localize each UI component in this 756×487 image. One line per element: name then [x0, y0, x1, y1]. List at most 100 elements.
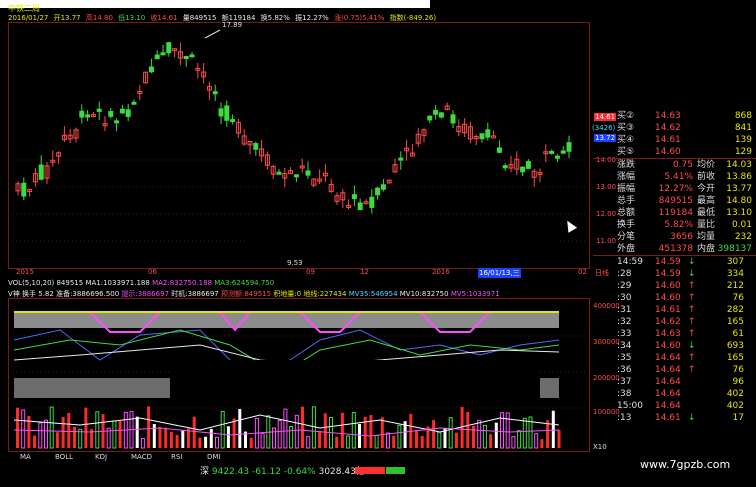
bid-row[interactable]: 买③ 14.62 841 [593, 122, 756, 134]
tick-time: :34 [617, 341, 632, 351]
vol-ma3: MA3:624594.750 [214, 279, 275, 287]
tick-volume: 76 [732, 293, 744, 303]
candle-body [119, 108, 125, 114]
indicator-tabs: MA BOLL KDJ MACD RSI DMI [8, 452, 608, 462]
indicator-bar [546, 420, 550, 448]
candle-body [131, 101, 137, 105]
stat-label: 总额 [617, 208, 636, 218]
tick-direction: ↑ [688, 353, 696, 363]
candle-body [496, 147, 502, 153]
indicator-bar [294, 414, 299, 449]
tick-time: :35 [617, 353, 632, 363]
indicator-bar [477, 419, 482, 449]
stat-label: 总手 [617, 196, 636, 206]
candle-body [189, 54, 195, 58]
indicator-bar [335, 436, 339, 448]
indicator-bar [220, 410, 225, 449]
indicator-bar [437, 431, 442, 449]
stat-value: 13.86 [726, 172, 752, 182]
indicator-bars [13, 406, 561, 449]
indicator-bar [55, 432, 59, 448]
indicator-bar [489, 434, 493, 448]
date-label: 09 [306, 268, 315, 276]
stat-row: 涨跌 0.75 均价 14.03 [593, 159, 756, 171]
tab-kdj[interactable]: KDJ [95, 453, 107, 461]
tab-ma[interactable]: MA [20, 453, 31, 461]
indicator-bar [73, 426, 76, 448]
indicator-bar [557, 430, 561, 448]
tick-volume: 17 [732, 413, 744, 423]
ind-name: V神 [8, 290, 20, 298]
tick-row: :32 14.62 ↑ 165 [593, 316, 756, 328]
indicator-bar [249, 437, 253, 448]
bid-row[interactable]: 买⑤ 14.60 129 [593, 146, 756, 158]
candle-body [485, 129, 491, 138]
date-axis: 2015 06 09 12 2016 16/01/13,三 02 [8, 268, 588, 278]
tab-macd[interactable]: MACD [131, 453, 152, 461]
indicator-bar [346, 435, 351, 449]
vol-ma1: MA1:1033971.188 [85, 279, 150, 287]
stat-label: 涨幅 [617, 172, 636, 182]
candle-body [554, 155, 560, 159]
tick-volume: 334 [726, 269, 744, 279]
candle-body [380, 184, 386, 190]
indicator-bar [289, 426, 294, 449]
tick-row: :30 14.60 ↑ 76 [593, 292, 756, 304]
tick-price: 14.64 [655, 377, 681, 387]
stat-value: 0.01 [731, 220, 752, 230]
tick-time: :38 [617, 389, 632, 399]
tick-time: :37 [617, 377, 632, 387]
watermark: www.7gpzb.com [640, 458, 731, 471]
tick-row: :37 14.64 96 [593, 376, 756, 388]
bid-row[interactable]: 买④ 14.61 139 [593, 134, 756, 146]
tab-boll[interactable]: BOLL [55, 453, 73, 461]
tab-rsi[interactable]: RSI [171, 453, 182, 461]
tick-price: 14.60 [655, 281, 681, 291]
candle-body [79, 110, 85, 118]
candle-body [21, 182, 27, 197]
candle-body [549, 150, 555, 154]
candlesticks [15, 29, 572, 214]
tick-row: :28 14.59 ↓ 334 [593, 268, 756, 280]
indicator-bar [152, 424, 156, 448]
stat-row: 涨幅 5.41% 前收 13.86 [593, 171, 756, 183]
stat-row: 总额 119184 最低 13.10 [593, 207, 756, 219]
indicator-bar [505, 412, 510, 449]
tick-row: :38 14.64 402 [593, 388, 756, 400]
bid-row[interactable]: 买② 14.63 868 [593, 110, 756, 122]
tick-volume: 76 [732, 365, 744, 375]
indicator-bar [238, 409, 242, 448]
candle-body [398, 157, 404, 161]
candle-body [438, 112, 444, 118]
stat-label: 振幅 [617, 184, 636, 194]
indicator-bar [175, 434, 179, 448]
stat-label: 最高 [697, 196, 716, 206]
candle-body [525, 161, 531, 169]
bid-label: 买③ [617, 123, 635, 133]
stat-label: 换手 [617, 220, 636, 230]
indicator-bar [16, 407, 19, 448]
tab-dmi[interactable]: DMI [207, 453, 221, 461]
tick-volume: 61 [732, 329, 744, 339]
indicator-bar [95, 411, 100, 449]
candle-body [305, 170, 311, 176]
ind-mv5: MV5:1033971 [450, 290, 500, 298]
bid-label: 买② [617, 111, 635, 121]
vol-ma2: MA2:832750.188 [152, 279, 213, 287]
indicator-bar [351, 412, 356, 449]
indicator-bar [420, 436, 424, 448]
stat-label: 量比 [697, 220, 716, 230]
indicator-bar [511, 436, 516, 449]
indicator-bar [147, 406, 151, 448]
candle-body [560, 150, 566, 154]
high-pointer [204, 29, 221, 39]
candle-body [502, 165, 508, 169]
candle-body [253, 143, 259, 150]
bid-price: 14.61 [655, 135, 681, 145]
tick-row: :35 14.64 ↑ 165 [593, 352, 756, 364]
indicator-bar [260, 432, 265, 449]
tick-row: :31 14.61 ↑ 282 [593, 304, 756, 316]
candle-body [375, 187, 381, 196]
tick-volume: 402 [726, 389, 744, 399]
candle-body [108, 111, 114, 117]
